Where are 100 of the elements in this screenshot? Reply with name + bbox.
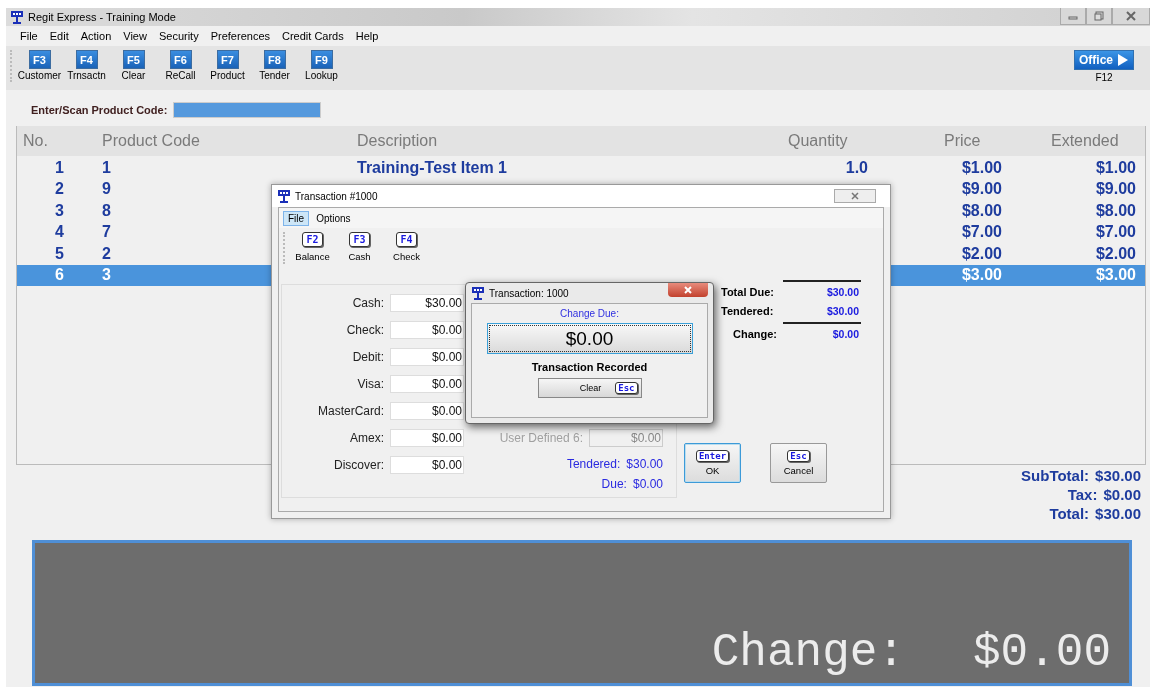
summary-value: $30.00: [826, 304, 860, 317]
toolbar-button[interactable]: F4 Trnsactn: [63, 50, 110, 81]
app-icon: [471, 286, 485, 300]
column-header: Quantity: [787, 132, 849, 150]
change-amount-button[interactable]: $0.00: [486, 323, 693, 354]
button-label: Clear: [579, 383, 602, 393]
column-header: Description: [357, 132, 439, 150]
table-cell: 5: [55, 244, 64, 262]
toolbar-button[interactable]: F5 Clear: [110, 50, 157, 81]
menu-item[interactable]: File: [14, 30, 44, 42]
table-cell: 1: [55, 158, 64, 176]
menu-item[interactable]: Edit: [43, 30, 75, 42]
amount-field[interactable]: $0.00: [390, 375, 464, 393]
menu-item[interactable]: View: [117, 30, 153, 42]
key-label: F12: [1095, 72, 1113, 83]
toolbar-button[interactable]: F3 Customer: [16, 50, 63, 81]
toolbar-label: Cash: [348, 251, 371, 262]
toolbar-label: Clear: [121, 70, 146, 81]
minimize-button[interactable]: [1060, 8, 1086, 25]
close-button[interactable]: [834, 189, 876, 203]
menu-item[interactable]: Security: [152, 30, 205, 42]
table-cell: 1.0: [845, 158, 868, 176]
toolbar-label: Trnsactn: [67, 70, 106, 81]
key-icon: F4: [396, 232, 417, 247]
toolbar-label: Customer: [17, 70, 62, 81]
menu-item[interactable]: Action: [74, 30, 118, 42]
field-label: Cash:: [352, 296, 384, 310]
table-cell: 1: [102, 158, 111, 176]
table-cell: $3.00: [1095, 266, 1136, 284]
total-label: SubTotal:: [1021, 467, 1090, 484]
dialog-button[interactable]: Enter OK: [684, 443, 741, 483]
total-value: $0.00: [1103, 486, 1141, 503]
toolbar-label: Tender: [259, 70, 290, 81]
toolbar-label: ReCall: [165, 70, 196, 81]
amount-field[interactable]: $0.00: [390, 321, 464, 339]
amount-field[interactable]: $0.00: [390, 456, 464, 474]
status-text: Transaction Recorded: [531, 361, 648, 373]
menu-item[interactable]: File: [283, 210, 310, 226]
toolbar-label: Balance: [295, 251, 330, 262]
menu-item[interactable]: Preferences: [204, 30, 276, 42]
key-icon: Enter: [695, 450, 730, 462]
table-cell: Training-Test Item 1: [357, 158, 507, 176]
dialog-title: Transaction #1000: [295, 190, 378, 202]
close-icon: [850, 192, 860, 200]
office-button[interactable]: Office: [1074, 50, 1134, 70]
toolbar-label: Lookup: [305, 70, 338, 81]
table-cell: 2: [102, 244, 111, 262]
key-icon: Esc: [615, 382, 638, 394]
total-label: Total:: [1049, 505, 1090, 522]
clear-button[interactable]: Clear Esc: [537, 378, 642, 398]
menu-item[interactable]: Credit Cards: [276, 30, 350, 42]
toolbar-button[interactable]: F4 Check: [383, 232, 430, 274]
restore-icon: [1094, 11, 1104, 21]
field-label: Visa:: [357, 377, 384, 391]
key-icon: F7: [216, 50, 239, 69]
toolbar-button[interactable]: F3 Cash: [336, 232, 383, 274]
toolbar-button[interactable]: F7 Product: [204, 50, 251, 81]
close-button[interactable]: [1112, 8, 1150, 25]
summary-value: $0.00: [832, 327, 860, 340]
toolbar-button[interactable]: F6 ReCall: [157, 50, 204, 81]
dialog-button[interactable]: Esc Cancel: [770, 443, 827, 483]
amount-field[interactable]: $0.00: [390, 348, 464, 366]
key-icon: F3: [28, 50, 51, 69]
display-value: $0.00: [972, 627, 1111, 679]
key-icon: F4: [75, 50, 98, 69]
field-label: Discover:: [334, 458, 384, 472]
amount-label: Due:: [601, 477, 627, 493]
key-icon: F3: [349, 232, 370, 247]
amount-field[interactable]: $0.00: [390, 402, 464, 420]
toolbar-button[interactable]: F9 Lookup: [298, 50, 345, 81]
table-cell: 3: [102, 266, 111, 284]
total-value: $30.00: [1095, 505, 1141, 522]
app-icon: [277, 189, 291, 203]
summary-label: Tendered:: [721, 304, 774, 317]
field-label: Debit:: [352, 350, 384, 364]
close-icon: [1126, 11, 1136, 21]
toolbar-label: Product: [210, 70, 245, 81]
table-cell: $2.00: [961, 244, 1002, 262]
dialog-title: Transaction: 1000: [489, 287, 569, 299]
toolbar-button[interactable]: F2 Balance: [289, 232, 336, 274]
field-label: Enter/Scan Product Code:: [31, 104, 168, 116]
key-icon: F9: [310, 50, 333, 69]
restore-button[interactable]: [1086, 8, 1112, 25]
field-label: Check:: [346, 323, 384, 337]
table-cell: $2.00: [1095, 244, 1136, 262]
key-icon: F6: [169, 50, 192, 69]
table-cell: 2: [55, 180, 64, 198]
close-button[interactable]: [668, 283, 708, 297]
menu-item[interactable]: Help: [349, 30, 385, 42]
amount-field[interactable]: $30.00: [390, 294, 464, 312]
table-cell: 9: [102, 180, 111, 198]
display-label: Change:: [711, 627, 905, 679]
table-row[interactable]: 1 1 Training-Test Item 1 1.0 $1.00 $1.00: [17, 157, 1145, 179]
toolbar-button[interactable]: F8 Tender: [251, 50, 298, 81]
product-code-field[interactable]: [173, 102, 322, 118]
column-header: Product Code: [102, 132, 201, 150]
menu-item[interactable]: Options: [311, 210, 356, 226]
table-cell: 7: [102, 223, 111, 241]
key-icon: Esc: [787, 450, 810, 462]
amount-field[interactable]: $0.00: [390, 429, 464, 447]
